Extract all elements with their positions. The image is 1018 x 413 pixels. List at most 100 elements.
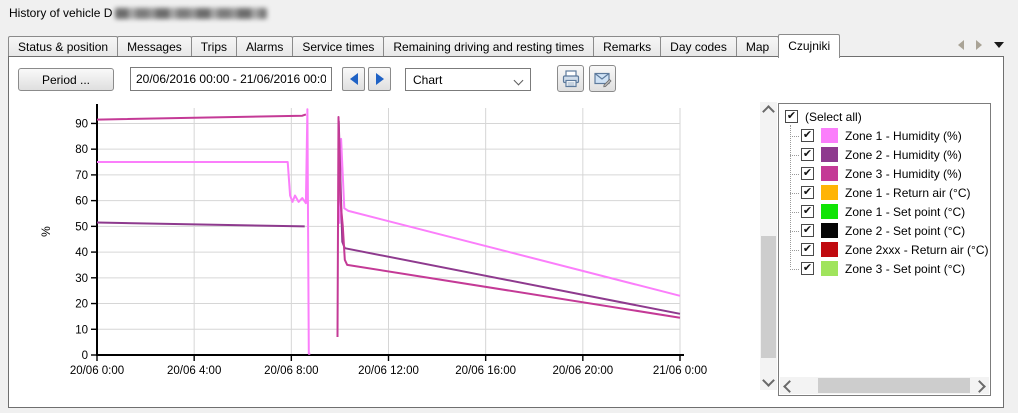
legend-checkbox-zone-3-set-point-c[interactable]: ✔: [801, 262, 814, 275]
vertical-scrollbar[interactable]: [760, 102, 777, 390]
legend-color-swatch: [821, 128, 838, 143]
legend-color-swatch: [821, 261, 838, 276]
legend-checkbox-zone-1-return-air-c[interactable]: ✔: [801, 186, 814, 199]
legend-scroll-left-button[interactable]: [780, 377, 797, 394]
series-line-zone-2-humidity: [97, 223, 305, 227]
series-line-zone-3-humidity: [97, 114, 306, 119]
svg-text:20/06 20:00: 20/06 20:00: [552, 365, 613, 377]
legend-label: Zone 2 - Set point (°C): [845, 224, 965, 238]
legend-label: Zone 1 - Return air (°C): [845, 186, 971, 200]
scroll-down-icon[interactable]: [762, 374, 775, 387]
redacted-vehicle-id: [115, 8, 267, 19]
tab-scroll-left-icon[interactable]: [958, 40, 964, 50]
legend-item-zone-1-return-air-c: ✔ Zone 1 - Return air (°C): [779, 183, 988, 202]
legend-checkbox-zone-2xxx-return-air-c[interactable]: ✔: [801, 243, 814, 256]
tab-messages[interactable]: Messages: [117, 36, 192, 57]
tab-alarms[interactable]: Alarms: [236, 36, 293, 57]
tab-bar: Status & positionMessagesTripsAlarmsServ…: [8, 33, 1005, 57]
legend-item-zone-3-humidity: ✔ Zone 3 - Humidity (%): [779, 164, 988, 183]
legend-checkbox-zone-2-humidity[interactable]: ✔: [801, 148, 814, 161]
legend-label: Zone 2 - Humidity (%): [845, 148, 962, 162]
tab-list-dropdown-icon[interactable]: [994, 42, 1004, 48]
legend-checkbox-zone-3-humidity[interactable]: ✔: [801, 167, 814, 180]
svg-text:30: 30: [75, 273, 88, 285]
print-button[interactable]: [557, 65, 584, 92]
svg-text:80: 80: [75, 144, 88, 156]
legend-label: (Select all): [805, 110, 862, 124]
tab-day-codes[interactable]: Day codes: [660, 36, 737, 57]
printer-icon: [561, 69, 581, 89]
legend-scrollbar-thumb[interactable]: [818, 378, 970, 393]
legend-color-swatch: [821, 166, 838, 181]
date-range-input[interactable]: [130, 67, 332, 91]
svg-text:20/06 8:00: 20/06 8:00: [264, 365, 318, 377]
legend-checkbox-zone-1-set-point-c[interactable]: ✔: [801, 205, 814, 218]
legend-label: Zone 3 - Set point (°C): [845, 262, 965, 276]
svg-text:20/06 16:00: 20/06 16:00: [455, 365, 516, 377]
legend-scroll-right-button[interactable]: [972, 377, 989, 394]
legend-item-zone-2-humidity: ✔ Zone 2 - Humidity (%): [779, 145, 988, 164]
svg-text:0: 0: [82, 350, 88, 362]
legend-item-zone-2-set-point-c: ✔ Zone 2 - Set point (°C): [779, 221, 988, 240]
legend-item-zone-1-set-point-c: ✔ Zone 1 - Set point (°C): [779, 202, 988, 221]
legend-horizontal-scrollbar[interactable]: [780, 377, 989, 394]
legend-checkbox-select-all[interactable]: ✔: [785, 110, 798, 123]
page-title: History of vehicle D: [9, 6, 267, 20]
series-line-zone-1-humidity: [97, 109, 310, 353]
svg-text:90: 90: [75, 118, 88, 130]
svg-text:40: 40: [75, 247, 88, 259]
period-button[interactable]: Period ...: [18, 68, 114, 91]
series-legend-panel: ✔ (Select all) ✔ Zone 1 - Humidity (%) ✔ Zone…: [778, 103, 991, 396]
next-period-button[interactable]: [368, 67, 391, 91]
chart-svg: 0 10 20 30 40 50 60 70 80 90 20/06 0:00 20/06 4:00 2…: [30, 100, 730, 385]
email-icon: [593, 69, 613, 89]
tab-remaining-driving-and-resting-times[interactable]: Remaining driving and resting times: [383, 36, 594, 57]
arrow-left-icon: [350, 73, 358, 85]
svg-text:60: 60: [75, 196, 88, 208]
arrow-right-icon: [376, 73, 384, 85]
svg-text:20/06 4:00: 20/06 4:00: [167, 365, 221, 377]
vehicle-history-window: History of vehicle D Status & positionMe…: [0, 0, 1018, 413]
svg-text:20/06 0:00: 20/06 0:00: [70, 365, 124, 377]
scroll-up-icon[interactable]: [762, 105, 775, 118]
legend-color-swatch: [821, 223, 838, 238]
legend-color-swatch: [821, 204, 838, 219]
tab-service-times[interactable]: Service times: [292, 36, 384, 57]
tab-scroll-controls: [958, 40, 1004, 50]
legend-color-swatch: [821, 185, 838, 200]
svg-text:50: 50: [75, 221, 88, 233]
svg-text:10: 10: [75, 324, 88, 336]
svg-text:21/06 0:00: 21/06 0:00: [653, 365, 707, 377]
legend-checkbox-zone-2-set-point-c[interactable]: ✔: [801, 224, 814, 237]
view-type-value: Chart: [413, 73, 442, 87]
tab-scroll-right-icon[interactable]: [976, 40, 982, 50]
tab-remarks[interactable]: Remarks: [593, 36, 661, 57]
legend-checkbox-zone-1-humidity[interactable]: ✔: [801, 129, 814, 142]
scroll-left-icon: [783, 380, 796, 393]
series-line-zone-2-humidity: [339, 121, 680, 314]
tab-map[interactable]: Map: [736, 36, 779, 57]
legend-label: Zone 1 - Humidity (%): [845, 129, 962, 143]
view-type-select[interactable]: Chart: [405, 68, 531, 91]
tab-czujniki[interactable]: Czujniki: [778, 34, 840, 58]
legend-color-swatch: [821, 242, 838, 257]
previous-period-button[interactable]: [342, 67, 365, 91]
legend-label: Zone 3 - Humidity (%): [845, 167, 962, 181]
vertical-scrollbar-thumb[interactable]: [761, 236, 776, 358]
tab-status-position[interactable]: Status & position: [8, 36, 118, 57]
svg-text:20: 20: [75, 299, 88, 311]
legend-item-zone-3-set-point-c: ✔ Zone 3 - Set point (°C): [779, 259, 988, 278]
svg-text:20/06 12:00: 20/06 12:00: [358, 365, 419, 377]
send-email-button[interactable]: [589, 65, 616, 92]
chevron-down-icon: [514, 76, 524, 86]
scroll-right-icon: [973, 380, 986, 393]
tab-trips[interactable]: Trips: [191, 36, 237, 57]
legend-item-zone-1-humidity: ✔ Zone 1 - Humidity (%): [779, 126, 988, 145]
y-axis-label: %: [39, 226, 53, 237]
legend-item-zone-2xxx-return-air-c: ✔ Zone 2xxx - Return air (°C): [779, 240, 988, 259]
humidity-chart: 0 10 20 30 40 50 60 70 80 90 20/06 0:00 20/06 4:00 2…: [30, 100, 730, 385]
legend-rows: ✔ (Select all) ✔ Zone 1 - Humidity (%) ✔ Zone…: [779, 107, 988, 278]
legend-label: Zone 2xxx - Return air (°C): [845, 243, 989, 257]
svg-text:70: 70: [75, 170, 88, 182]
legend-label: Zone 1 - Set point (°C): [845, 205, 965, 219]
